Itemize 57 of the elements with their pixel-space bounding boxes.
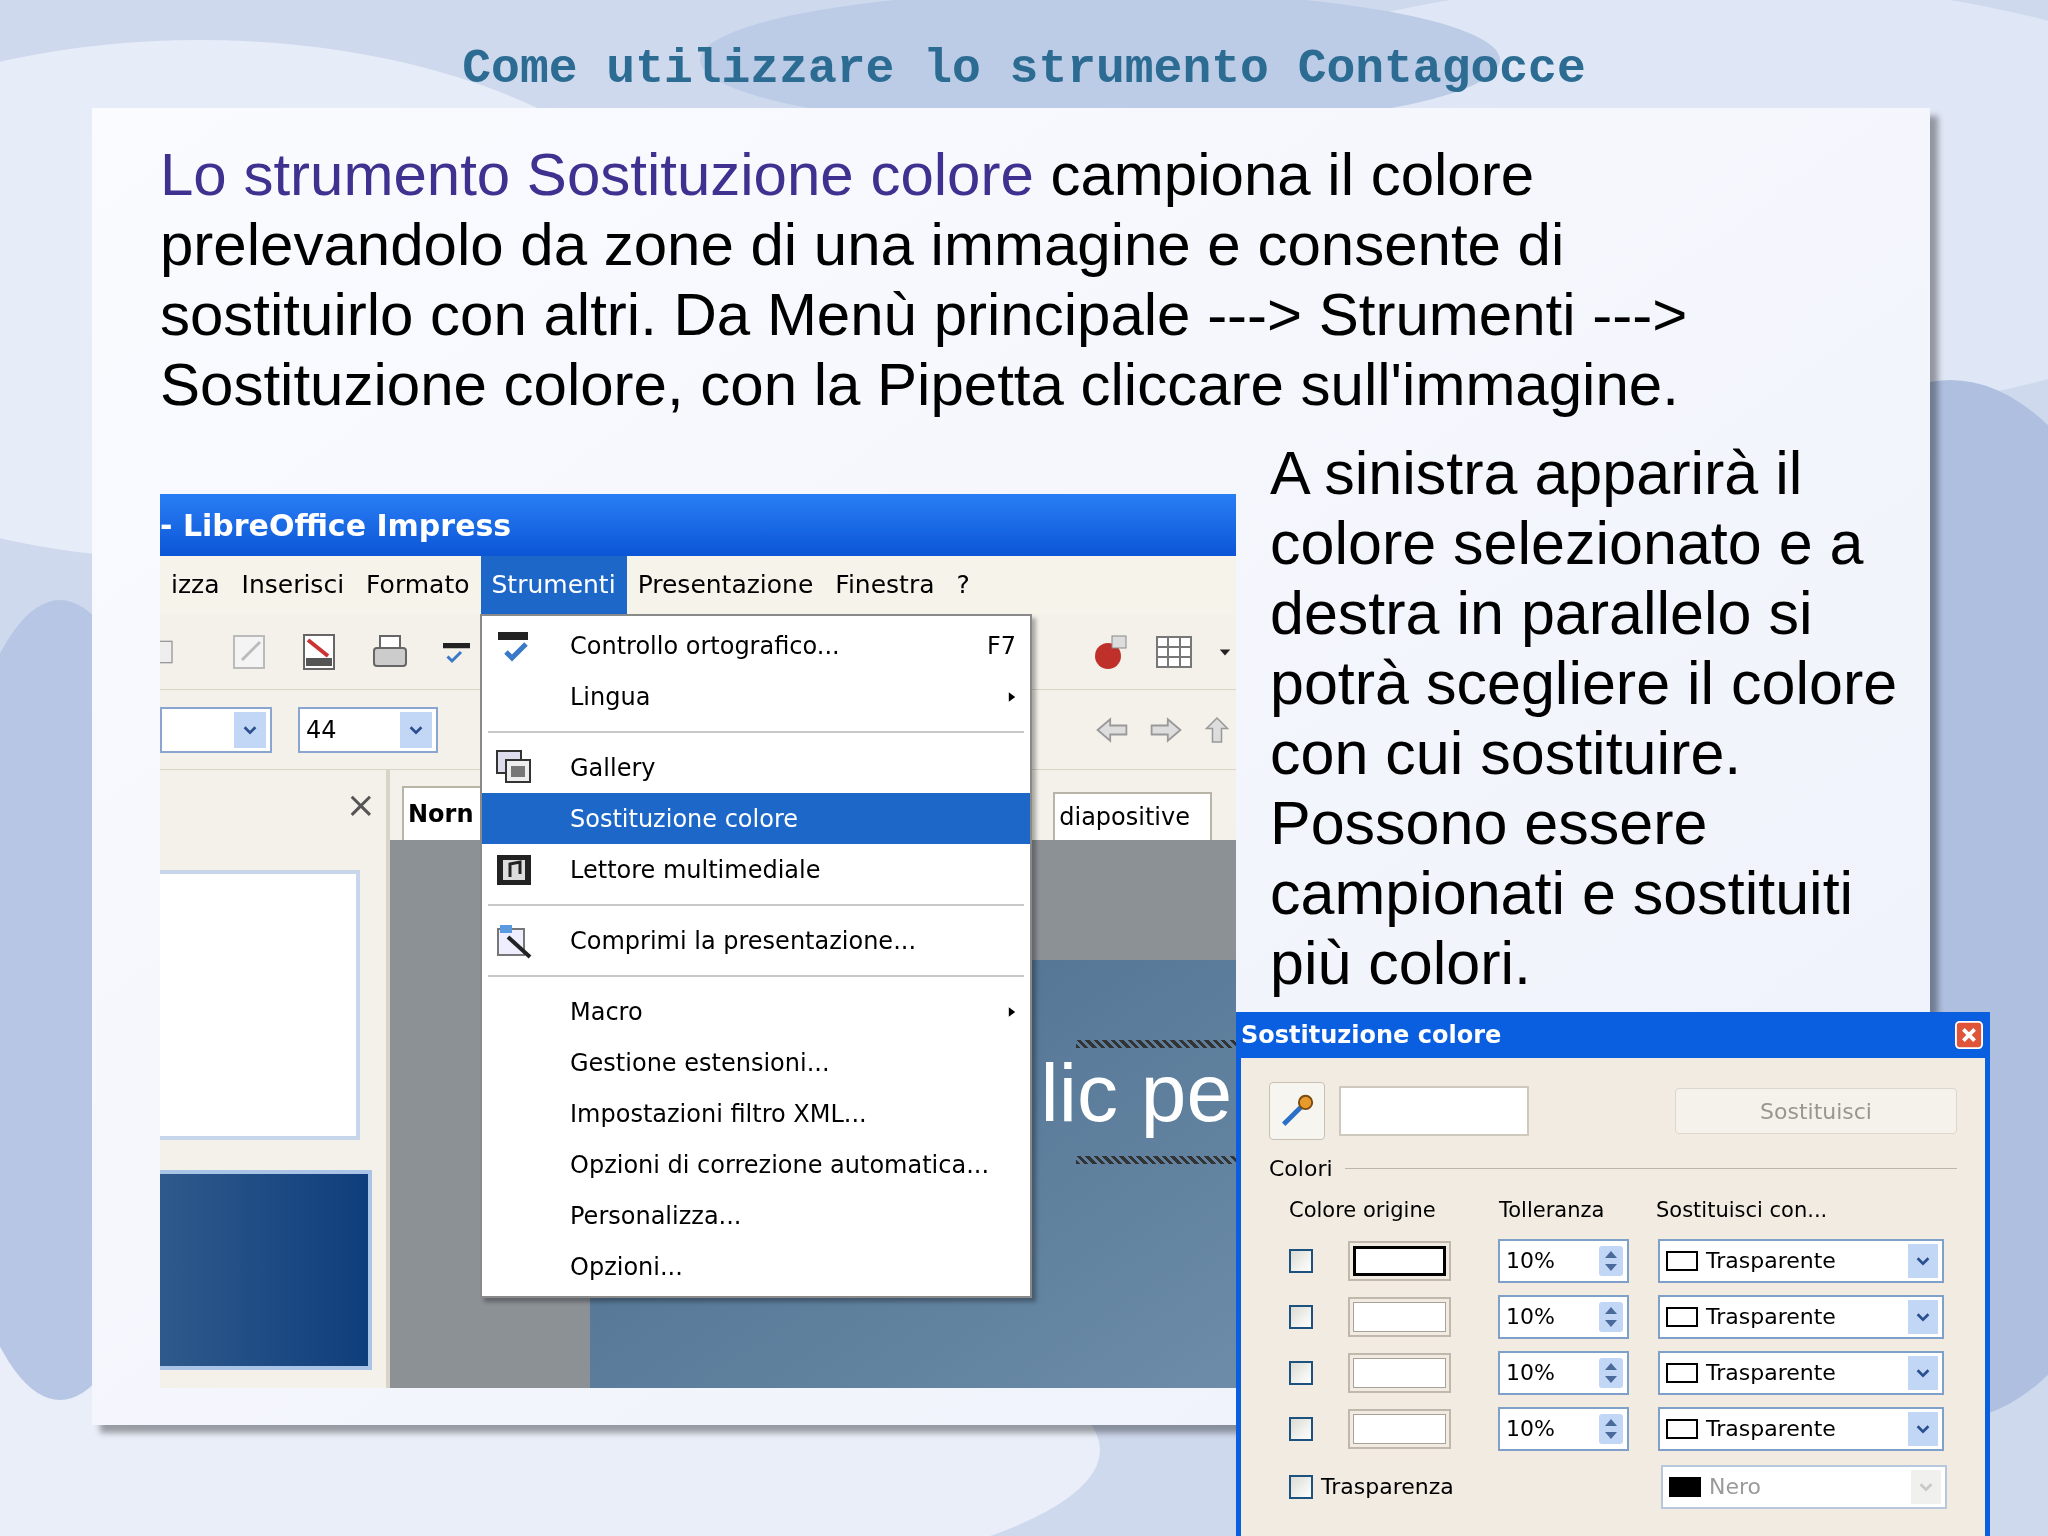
menu-item[interactable]: Inserisci <box>230 556 356 614</box>
group-label: Colori <box>1269 1155 1333 1183</box>
color-swatch[interactable] <box>1348 1352 1451 1393</box>
menu-entry[interactable]: Opzioni di correzione automatica... <box>482 1139 1030 1190</box>
color-swatch[interactable] <box>1348 1296 1451 1337</box>
color-swatch[interactable] <box>1348 1240 1451 1281</box>
font-size-combo[interactable]: 44 <box>298 706 438 753</box>
close-icon[interactable] <box>1955 1021 1983 1049</box>
spin-arrows-icon[interactable] <box>1599 1300 1623 1333</box>
menu-item[interactable]: Formato <box>355 556 481 614</box>
column-header: Tolleranza <box>1499 1197 1606 1224</box>
side-paragraph: A sinistra apparirà il colore selezionato e a destra in parallelo si potrà scegliere il colore con cui sostituire. Possono essere campionati e sostituiti più colori. <box>1270 438 1899 998</box>
menu-entry[interactable]: Opzioni... <box>482 1241 1030 1292</box>
replacement-dropdown[interactable]: Trasparente <box>1658 1406 1944 1451</box>
menu-entry[interactable]: Personalizza... <box>482 1190 1030 1241</box>
spin-arrows-icon[interactable] <box>1599 1412 1623 1445</box>
submenu-arrow-icon <box>1008 1005 1016 1018</box>
menu-item[interactable]: ? <box>945 556 981 614</box>
tolerance-spinbox[interactable]: 10% <box>1498 1406 1629 1451</box>
replacement-dropdown[interactable]: Trasparente <box>1658 1294 1944 1339</box>
slide-thumbnail[interactable] <box>160 1170 372 1370</box>
menu-entry[interactable]: Lingua <box>482 671 1030 722</box>
tolerance-spinbox[interactable]: 10% <box>1498 1350 1629 1395</box>
checkbox[interactable] <box>1289 1248 1313 1273</box>
eyedropper-button[interactable] <box>1269 1082 1325 1140</box>
menu-entry[interactable]: Comprimi la presentazione... <box>482 915 1030 966</box>
menu-item[interactable]: izza <box>160 556 231 614</box>
spin-arrows-icon[interactable] <box>1599 1244 1623 1277</box>
checkbox[interactable] <box>1289 1360 1313 1385</box>
color-swatch[interactable] <box>1348 1408 1451 1449</box>
slide-title: Come utilizzare lo strumento Contagocce <box>462 41 1586 98</box>
column-header: Colore origine <box>1289 1197 1437 1224</box>
dialog-title: Sostituzione colore <box>1241 1020 1502 1051</box>
replacement-dropdown[interactable]: Trasparente <box>1658 1350 1944 1395</box>
menu-entry[interactable]: Macro <box>482 986 1030 1037</box>
column-header: Sostituisci con... <box>1656 1197 1829 1224</box>
menu-item[interactable]: Finestra <box>824 556 946 614</box>
close-button[interactable]: × <box>345 787 376 823</box>
spin-arrows-icon[interactable] <box>1599 1356 1623 1389</box>
menu-item[interactable]: Presentazione <box>626 556 825 614</box>
view-tab[interactable]: diapositive <box>1053 792 1212 840</box>
tolerance-spinbox[interactable]: 10% <box>1498 1294 1629 1339</box>
menu-entry[interactable]: Sostituzione colore <box>482 793 1030 844</box>
replacement-dropdown[interactable]: Trasparente <box>1658 1238 1944 1283</box>
tolerance-spinbox[interactable]: 10% <box>1498 1238 1629 1283</box>
slide-thumbnail[interactable] <box>160 870 360 1140</box>
checkbox-label: Trasparenza <box>1321 1473 1454 1501</box>
checkbox[interactable] <box>1289 1304 1313 1329</box>
window-title: - LibreOffice Impress <box>160 506 512 545</box>
menu-entry[interactable]: Impostazioni filtro XML... <box>482 1088 1030 1139</box>
submenu-arrow-icon <box>1008 690 1016 703</box>
menu-entry[interactable]: Lettore multimediale <box>482 844 1030 895</box>
menu-item[interactable]: Strumenti <box>480 556 627 614</box>
checkbox[interactable] <box>1289 1416 1313 1441</box>
intro-paragraph: Lo strumento Sostituzione colore campiona il colore prelevandolo da zone di una immagine e consente di sostituirlo con altri. Da Menù principale ---> Strumenti ---> Sostituzione colore, con la Pipetta cliccare sull'immagine. <box>160 140 1689 420</box>
menu-entry[interactable]: Controllo ortografico... F7 <box>482 620 1030 671</box>
menu-entry[interactable]: Gestione estensioni... <box>482 1037 1030 1088</box>
